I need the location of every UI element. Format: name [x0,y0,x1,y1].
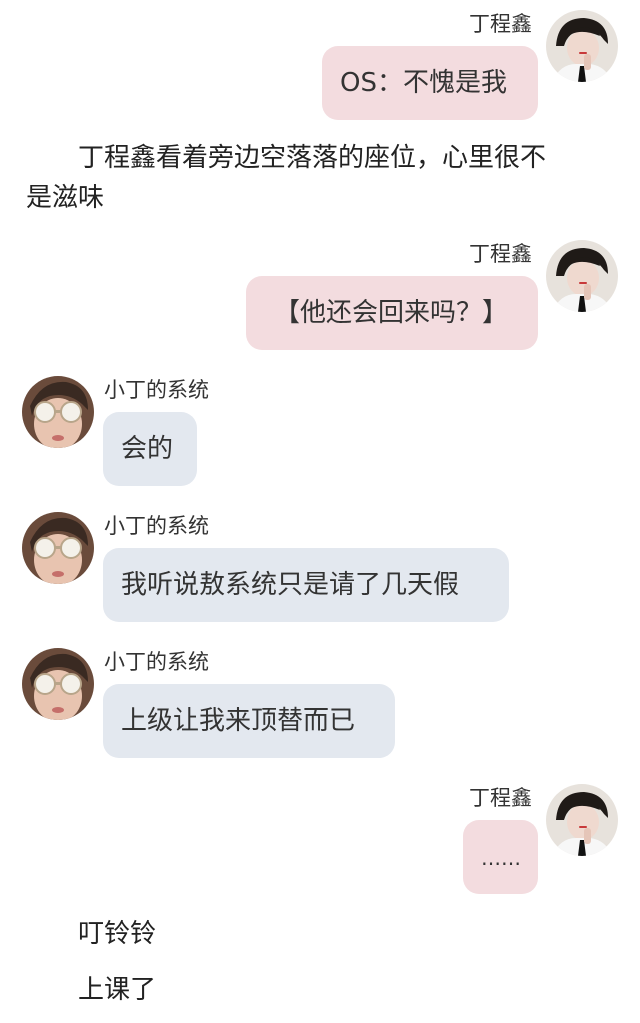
avatar-dingchengxin[interactable] [546,784,618,856]
narration-text: 丁程鑫看着旁边空落落的座位，心里很不 [78,143,547,173]
sender-name: 小丁的系统 [104,378,209,402]
message-bubble[interactable]: 会的 [103,412,197,486]
message-text: 上级让我来顶替而已 [121,706,356,736]
message-text: OS：不愧是我 [340,68,507,98]
message-text: …… [481,846,521,870]
message-bubble[interactable]: …… [463,820,538,894]
avatar-dingchengxin[interactable] [546,10,618,82]
portrait-icon [546,240,618,312]
system-avatar-icon [22,376,94,448]
sender-name: 小丁的系统 [104,514,209,538]
message-bubble[interactable]: 上级让我来顶替而已 [103,684,395,758]
avatar-system[interactable] [22,376,94,448]
narration-text: 上课了 [78,975,157,1005]
portrait-icon [546,784,618,856]
message-text: 会的 [121,434,174,464]
narration-text: 是滋味 [26,183,105,213]
sender-name: 小丁的系统 [104,650,209,674]
portrait-icon [546,10,618,82]
avatar-dingchengxin[interactable] [546,240,618,312]
narration-text: 叮铃铃 [78,919,157,949]
message-text: 我听说敖系统只是请了几天假 [121,570,460,600]
sender-name: 丁程鑫 [469,242,532,266]
system-avatar-icon [22,648,94,720]
message-bubble[interactable]: 【他还会回来吗？】 [246,276,538,350]
system-avatar-icon [22,512,94,584]
sender-name: 丁程鑫 [469,786,532,810]
avatar-system[interactable] [22,512,94,584]
message-text: 【他还会回来吗？】 [274,298,509,328]
message-bubble[interactable]: 我听说敖系统只是请了几天假 [103,548,509,622]
message-bubble[interactable]: OS：不愧是我 [322,46,538,120]
avatar-system[interactable] [22,648,94,720]
sender-name: 丁程鑫 [469,12,532,36]
